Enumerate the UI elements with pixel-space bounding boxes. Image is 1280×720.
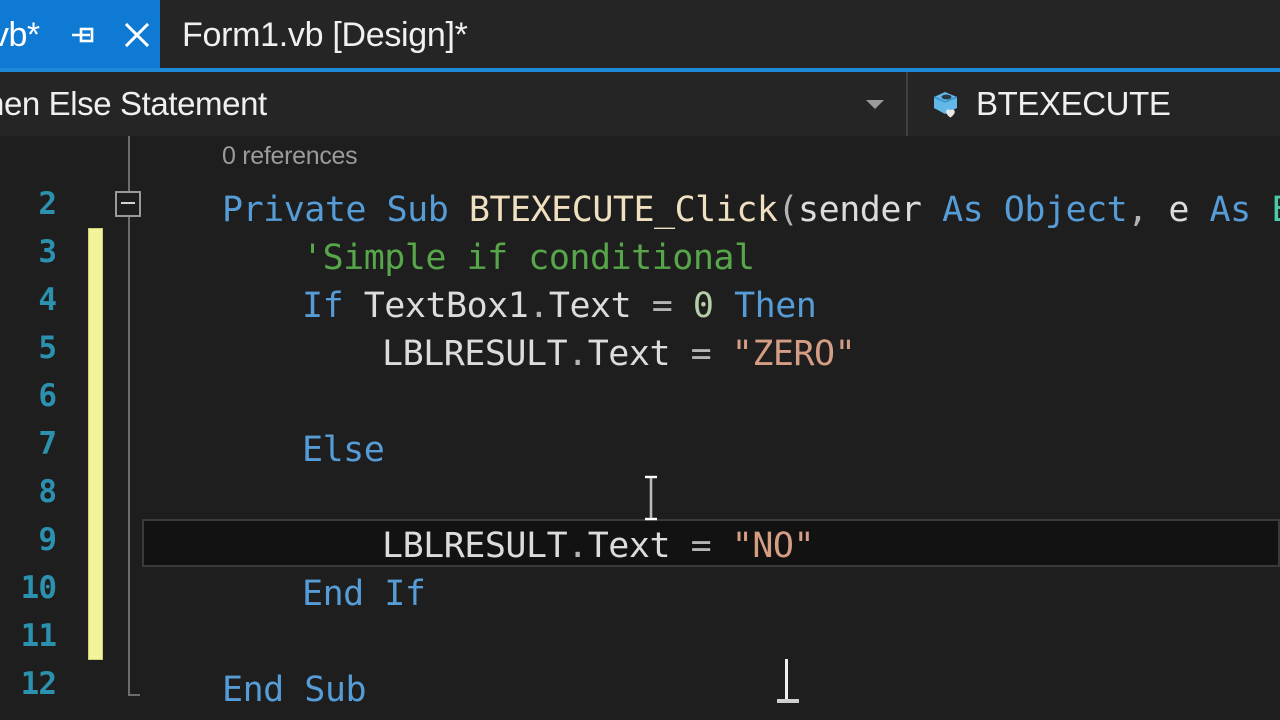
tab-label-inactive: Form1.vb [Design]* bbox=[182, 16, 468, 55]
outlining-guide-foot bbox=[128, 694, 140, 696]
code-token: End bbox=[302, 574, 364, 614]
code-token: e bbox=[1168, 190, 1189, 230]
code-line[interactable]: Private Sub BTEXECUTE_Click(sender As Ob… bbox=[222, 186, 1280, 234]
line-number: 4 bbox=[38, 282, 56, 318]
code-editor[interactable]: 2 3 4 5 6 7 8 9 10 11 12 0 references Private Sub … bbox=[0, 136, 1280, 720]
code-token bbox=[1189, 190, 1210, 230]
code-navigation-bar: hen Else Statement BTEXECUTE bbox=[0, 72, 1280, 136]
code-line[interactable]: End If bbox=[302, 570, 425, 618]
code-token bbox=[448, 190, 469, 230]
line-number: 3 bbox=[38, 234, 56, 270]
code-token: Text bbox=[549, 286, 631, 326]
type-dropdown[interactable]: hen Else Statement bbox=[0, 72, 908, 136]
chevron-down-icon[interactable] bbox=[866, 100, 884, 109]
code-token: Eve bbox=[1271, 190, 1280, 230]
line-number: 9 bbox=[38, 522, 56, 558]
code-token: . bbox=[567, 526, 588, 566]
code-token: LBLRESULT bbox=[382, 334, 567, 374]
type-dropdown-value: hen Else Statement bbox=[0, 85, 267, 123]
code-token bbox=[711, 334, 732, 374]
code-token bbox=[631, 286, 652, 326]
code-token: Sub bbox=[304, 670, 366, 710]
code-token: 0 bbox=[693, 286, 714, 326]
tab-form1-vb-design[interactable]: Form1.vb [Design]* bbox=[160, 0, 478, 70]
codelens-references[interactable]: 0 references bbox=[222, 142, 357, 171]
code-token bbox=[364, 574, 385, 614]
member-dropdown[interactable]: BTEXECUTE bbox=[908, 72, 1280, 136]
code-line[interactable]: Else bbox=[302, 426, 384, 474]
line-number: 12 bbox=[21, 666, 56, 702]
code-token: "ZERO" bbox=[732, 334, 855, 374]
mouse-ibeam-cursor bbox=[640, 472, 650, 514]
code-token bbox=[921, 190, 942, 230]
code-token: ( bbox=[777, 190, 798, 230]
code-token bbox=[284, 670, 305, 710]
code-token bbox=[711, 526, 732, 566]
line-number: 2 bbox=[38, 186, 56, 222]
tab-label-active: vb* bbox=[0, 16, 40, 55]
code-token: End bbox=[222, 670, 284, 710]
visual-studio-window: vb* bbox=[0, 0, 1280, 720]
line-number: 10 bbox=[21, 570, 56, 606]
code-token: Sub bbox=[387, 190, 449, 230]
text-caret bbox=[785, 659, 788, 699]
code-token bbox=[672, 286, 693, 326]
code-text-area[interactable]: 0 references Private Sub BTEXECUTE_Click… bbox=[142, 136, 1280, 720]
code-token: As bbox=[1210, 190, 1251, 230]
line-number: 11 bbox=[21, 618, 56, 654]
code-token bbox=[343, 286, 364, 326]
editor-gutter: 2 3 4 5 6 7 8 9 10 11 12 bbox=[0, 136, 142, 720]
code-token: 'Simple if conditional bbox=[302, 238, 755, 278]
editor-tab-bar: vb* bbox=[0, 0, 1280, 70]
code-token: Text bbox=[588, 526, 670, 566]
code-token bbox=[670, 526, 691, 566]
code-token: sender bbox=[798, 190, 921, 230]
line-number: 8 bbox=[38, 474, 56, 510]
code-token: Text bbox=[588, 334, 670, 374]
code-token: Object bbox=[1004, 190, 1127, 230]
code-token: Then bbox=[734, 286, 816, 326]
code-token bbox=[670, 334, 691, 374]
close-icon[interactable] bbox=[120, 18, 154, 52]
code-token: "NO" bbox=[732, 526, 814, 566]
code-token: Else bbox=[302, 430, 384, 470]
outlining-guide-line bbox=[128, 136, 130, 696]
tab-form1-vb-code[interactable]: vb* bbox=[0, 0, 160, 70]
code-token: If bbox=[384, 574, 425, 614]
code-token: = bbox=[652, 286, 673, 326]
code-token: . bbox=[567, 334, 588, 374]
code-line[interactable]: If TextBox1.Text = 0 Then bbox=[302, 282, 816, 330]
code-token bbox=[983, 190, 1004, 230]
code-token: Private bbox=[222, 190, 366, 230]
code-token: TextBox1 bbox=[364, 286, 529, 326]
line-number: 5 bbox=[38, 330, 56, 366]
code-token: If bbox=[302, 286, 343, 326]
unsaved-change-indicator bbox=[88, 228, 103, 660]
code-token bbox=[1251, 190, 1272, 230]
code-line[interactable]: 'Simple if conditional bbox=[302, 234, 755, 282]
code-line[interactable]: LBLRESULT.Text = "ZERO" bbox=[382, 330, 855, 378]
code-token: As bbox=[942, 190, 983, 230]
line-number: 7 bbox=[38, 426, 56, 462]
collapse-region-button[interactable] bbox=[115, 191, 141, 217]
method-icon bbox=[926, 84, 966, 124]
code-token: . bbox=[528, 286, 549, 326]
pin-icon[interactable] bbox=[64, 18, 98, 52]
code-token: = bbox=[691, 334, 712, 374]
code-token: BTEXECUTE_Click bbox=[469, 190, 778, 230]
code-token bbox=[366, 190, 387, 230]
caret-underscore bbox=[777, 699, 799, 703]
code-token: , bbox=[1127, 190, 1168, 230]
code-token: LBLRESULT bbox=[382, 526, 567, 566]
code-line[interactable]: End Sub bbox=[222, 666, 366, 714]
code-token: = bbox=[691, 526, 712, 566]
code-token bbox=[714, 286, 735, 326]
line-number: 6 bbox=[38, 378, 56, 414]
code-line[interactable]: LBLRESULT.Text = "NO" bbox=[382, 522, 814, 570]
member-dropdown-value: BTEXECUTE bbox=[976, 85, 1170, 123]
